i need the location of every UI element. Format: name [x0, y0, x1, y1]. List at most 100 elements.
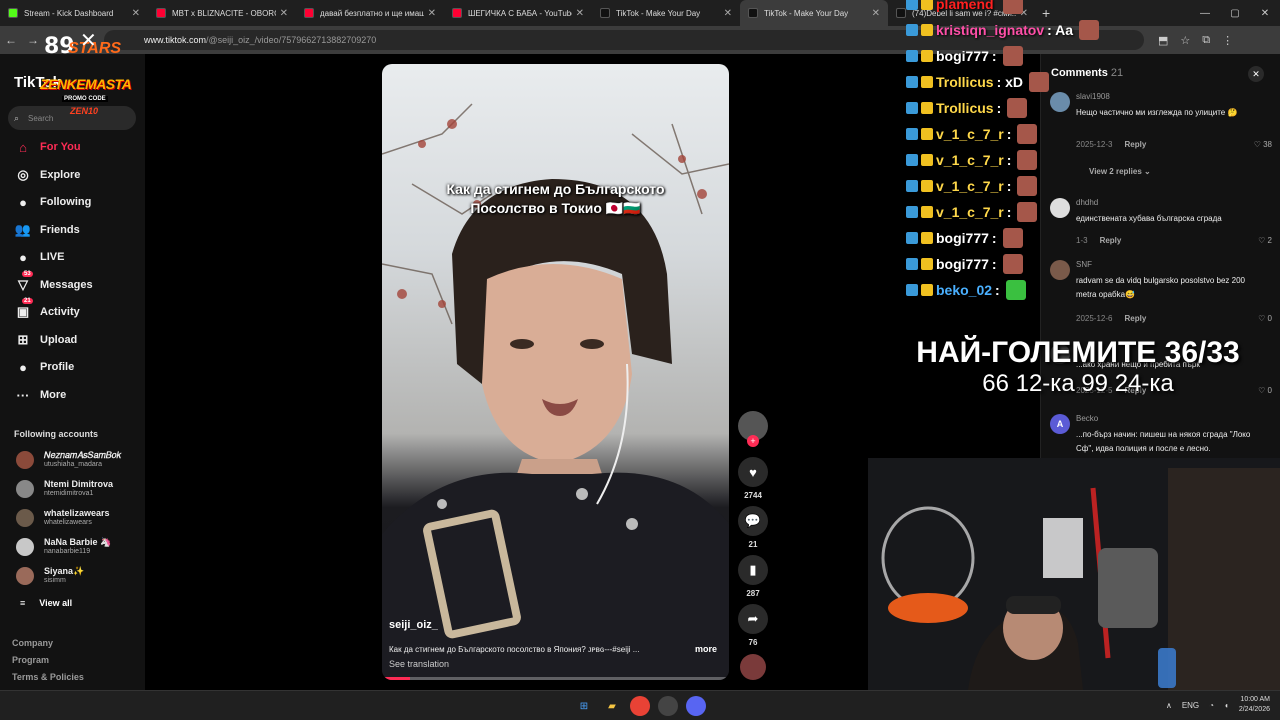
- sidebar-item-friends[interactable]: 👥 Friends: [14, 220, 80, 240]
- avatar[interactable]: A: [1050, 414, 1070, 434]
- music-disc[interactable]: [738, 654, 768, 680]
- chat-text: :: [1006, 204, 1012, 220]
- clock[interactable]: 10:00 AM 2/24/2026: [1239, 695, 1270, 715]
- following-accounts-header: Following accounts: [14, 429, 99, 439]
- reply-button[interactable]: Reply: [1124, 140, 1146, 149]
- browser-tab[interactable]: ШЕГИЧКА С БАБА - YouTube ✕: [444, 0, 592, 26]
- video-progress-bar[interactable]: [382, 677, 729, 680]
- video-player[interactable]: Как да стигнем до Българското Посолство …: [382, 64, 729, 680]
- account-name: whatelizawears: [44, 508, 110, 518]
- avatar[interactable]: [1050, 198, 1070, 218]
- footer-program-link[interactable]: Program: [12, 655, 49, 665]
- view-replies-button[interactable]: View 2 replies ⌄: [1089, 167, 1151, 176]
- discord-icon[interactable]: [686, 696, 706, 716]
- share-button[interactable]: ➦ 76: [738, 604, 768, 647]
- minimize-icon[interactable]: —: [1190, 8, 1220, 19]
- account-text: NaNa Barbie 🦄 nanabarbie119: [44, 537, 111, 557]
- extensions-icon[interactable]: ⧉: [1202, 34, 1210, 47]
- bookmark-star-icon[interactable]: ☆: [1180, 34, 1190, 47]
- browser-tab[interactable]: TikTok - Make Your Day ✕: [740, 0, 888, 26]
- see-translation-link[interactable]: See translation: [389, 659, 449, 669]
- sidebar-item-explore[interactable]: ◎ Explore: [14, 165, 80, 185]
- close-tab-icon[interactable]: ✕: [280, 8, 288, 19]
- sidebar-item-label: For You: [40, 141, 81, 153]
- browser-tab[interactable]: давай безплатно и ще имаш ✕: [296, 0, 444, 26]
- chat-text: :: [1006, 126, 1012, 142]
- comment-username[interactable]: dhdhd: [1076, 198, 1098, 207]
- footer-terms-link[interactable]: Terms & Policies: [12, 672, 84, 682]
- avatar[interactable]: [1050, 92, 1070, 112]
- tray-chevron-icon[interactable]: ∧: [1166, 701, 1172, 710]
- close-tab-icon[interactable]: ✕: [428, 8, 436, 19]
- sidebar-item-label: Following: [40, 196, 92, 208]
- bookmark-button[interactable]: ▮ 287: [738, 555, 768, 598]
- chat-badge-icon: [906, 102, 918, 114]
- following-account[interactable]: Ntemi Dimitrova ntemidimitrova1: [16, 479, 113, 499]
- close-tab-icon[interactable]: ✕: [132, 8, 140, 19]
- comment-like-button[interactable]: ♡ 38: [1254, 140, 1272, 149]
- file-explorer-icon[interactable]: ▰: [602, 696, 622, 716]
- footer-company-link[interactable]: Company: [12, 638, 53, 648]
- comment-username[interactable]: Becko: [1076, 414, 1098, 423]
- heart-button[interactable]: ♥ 2744: [738, 457, 768, 500]
- browser-tab[interactable]: TikTok - Make Your Day ✕: [592, 0, 740, 26]
- volume-icon[interactable]: ◖: [1224, 701, 1229, 710]
- description-more-link[interactable]: more: [695, 644, 717, 654]
- obs-icon[interactable]: [658, 696, 678, 716]
- following-account[interactable]: whatelizawears whatelizawears: [16, 508, 110, 528]
- sidebar-item-live[interactable]: ● LIVE: [14, 247, 64, 267]
- comment-username[interactable]: SNF: [1076, 260, 1092, 269]
- sidebar-item-following[interactable]: ● Following: [14, 192, 91, 212]
- view-all-button[interactable]: ≡ View all: [20, 598, 72, 608]
- comment-like-button[interactable]: ♡ 2: [1258, 236, 1272, 245]
- comment-like-button[interactable]: ♡ 0: [1258, 314, 1272, 323]
- notification-badge: 21: [22, 298, 33, 304]
- chat-message: v_1_c_7_r:: [906, 124, 1038, 144]
- follow-plus-icon[interactable]: +: [747, 435, 759, 447]
- sidebar-item-for-you[interactable]: ⌂ For You: [14, 137, 81, 157]
- x-mark-icon: ✕: [80, 30, 97, 52]
- more-icon: ···: [16, 387, 30, 403]
- chrome-icon[interactable]: [630, 696, 650, 716]
- tab-title: TikTok - Make Your Day: [764, 8, 849, 18]
- comment-button[interactable]: 💬 21: [738, 506, 768, 549]
- sidebar-item-profile[interactable]: ● Profile: [14, 357, 74, 377]
- language-indicator[interactable]: ENG: [1182, 701, 1199, 710]
- close-tab-icon[interactable]: ✕: [724, 8, 732, 19]
- sidebar-item-activity[interactable]: ▣ 21 Activity: [14, 298, 80, 322]
- following-account[interactable]: 𝑁𝑒𝑧𝑛𝑎𝑚𝐴𝑠𝑆𝑎𝑚𝐵𝑜𝑘 utushiaha_madara: [16, 450, 121, 470]
- reply-button[interactable]: Reply: [1100, 236, 1122, 245]
- account-handle: sisimm: [44, 577, 66, 584]
- browser-tab[interactable]: MBT x BLIZNACITE - OBOROTI ✕: [148, 0, 296, 26]
- wifi-icon[interactable]: ◔: [1209, 701, 1214, 710]
- maximize-icon[interactable]: ▢: [1220, 8, 1250, 19]
- install-icon[interactable]: ⬒: [1158, 34, 1168, 47]
- avatar[interactable]: [1050, 260, 1070, 280]
- chat-emote-icon: [1079, 20, 1100, 40]
- comment-username[interactable]: slavi1908: [1076, 92, 1110, 101]
- tab-favicon: [600, 8, 610, 18]
- start-icon[interactable]: ⊞: [574, 696, 594, 716]
- menu-icon[interactable]: ⋮: [1222, 34, 1233, 47]
- overlay-line-2: 66 12-ка 99 24-ка: [982, 370, 1174, 397]
- browser-tab[interactable]: Stream - Kick Dashboard ✕: [0, 0, 148, 26]
- back-icon[interactable]: ←: [0, 33, 22, 47]
- sidebar-item-messages[interactable]: ▽ 53 Messages: [14, 271, 93, 295]
- sidebar-item-more[interactable]: ··· More: [14, 385, 67, 405]
- close-window-icon[interactable]: ✕: [1250, 8, 1280, 19]
- following-account[interactable]: NaNa Barbie 🦄 nanabarbie119: [16, 537, 111, 557]
- comment-item: SNF radvam se da vidq bulgarsko posolstvo…: [1050, 260, 1272, 323]
- video-author-username[interactable]: seiji_oiz_: [389, 619, 438, 631]
- author-avatar-button[interactable]: +: [738, 411, 768, 453]
- reply-button[interactable]: Reply: [1124, 314, 1146, 323]
- following-account[interactable]: Siyana✨ sisimm: [16, 566, 84, 586]
- music-disc-icon: [740, 654, 766, 680]
- close-comments-icon[interactable]: ✕: [1248, 66, 1264, 82]
- chat-badge-icon: [906, 50, 918, 62]
- sidebar-item-upload[interactable]: ⊞ Upload: [14, 330, 78, 350]
- comment-like-count: 2: [1267, 236, 1272, 245]
- chat-badge-icon: [906, 24, 918, 36]
- tab-title: давай безплатно и ще имаш: [320, 8, 424, 18]
- close-tab-icon[interactable]: ✕: [872, 8, 880, 19]
- close-tab-icon[interactable]: ✕: [576, 8, 584, 19]
